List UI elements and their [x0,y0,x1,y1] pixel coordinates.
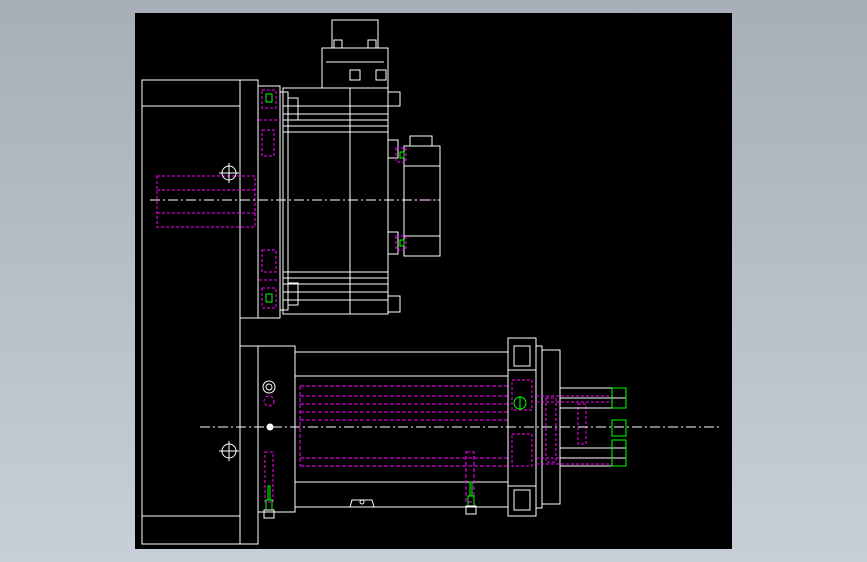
connector-box [403,135,441,257]
drawing-canvas[interactable] [135,13,732,549]
connector-box-features [399,151,405,247]
motor-body [282,87,389,315]
connector-box-hidden [395,147,440,251]
cylinder-barrel [294,351,509,508]
cylinder-end-cap-right-hidden [511,379,612,467]
bolt-crosshair-lower [219,441,239,461]
bolt-crosshair-upper [219,163,239,183]
cylinder-bore-marker [513,396,527,410]
motor-encoder-cap [321,19,389,89]
cylinder-end-cap-left [257,345,296,513]
mount-plate-lower [239,345,259,545]
cylinder-barrel-hidden [299,385,508,503]
motor-bolt-heads [287,91,401,313]
fitting-left [265,485,273,511]
motor-flange-hidden [259,89,280,309]
fitting-left-nut [263,509,275,519]
base-plate-main [141,79,241,545]
cad-viewer-background [0,0,867,562]
base-plate-group [141,79,259,545]
motor-flange-features [265,93,273,303]
